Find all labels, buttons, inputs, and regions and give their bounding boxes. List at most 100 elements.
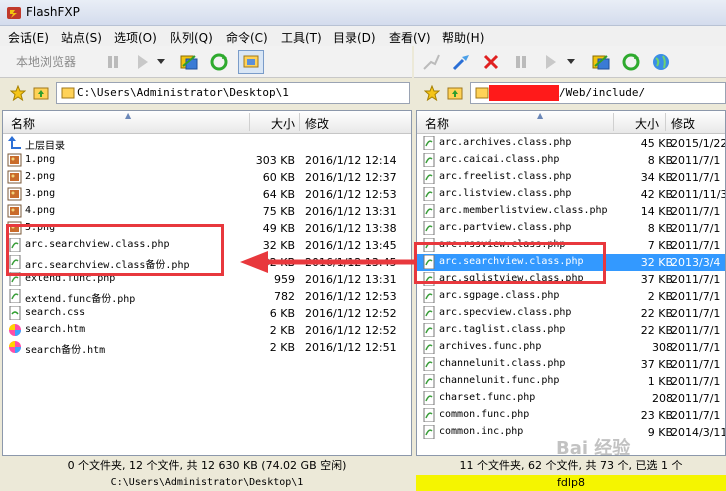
compare-icon[interactable] (176, 50, 202, 74)
php-file-icon (421, 356, 437, 372)
file-date: 2011/7/1 (671, 290, 721, 303)
favorites-star-icon[interactable] (9, 84, 27, 104)
file-row[interactable]: arc.sgpage.class.php 2 KB 2011/7/1 (417, 288, 725, 305)
title-bar: FlashFXP (0, 0, 726, 26)
file-row[interactable]: arc.specview.class.php 22 KB 2011/7/1 (417, 305, 725, 322)
menu-directory[interactable]: 目录(D) (333, 29, 376, 46)
file-row[interactable]: arc.taglist.class.php 22 KB 2011/7/1 (417, 322, 725, 339)
file-date: 2011/7/1 (671, 307, 721, 320)
file-row[interactable]: 3.png 64 KB 2016/1/12 12:53 (3, 186, 411, 203)
annotation-arrow (240, 251, 416, 273)
file-row[interactable]: common.func.php 23 KB 2011/7/1 (417, 407, 725, 424)
file-size: 208 (652, 392, 673, 405)
file-name: arc.listview.class.php (439, 188, 572, 199)
right-toolbar (414, 46, 726, 78)
column-size[interactable]: 大小 (271, 115, 295, 132)
quick-connect-icon[interactable] (448, 50, 474, 74)
file-row[interactable]: channelunit.class.php 37 KB 2011/7/1 (417, 356, 725, 373)
parent-folder-icon[interactable] (33, 85, 49, 104)
file-row[interactable]: channelunit.func.php 1 KB 2011/7/1 (417, 373, 725, 390)
transfer-icon[interactable] (130, 50, 156, 74)
menu-help[interactable]: 帮助(H) (442, 29, 484, 46)
file-date: 2016/1/12 12:53 (305, 290, 397, 303)
local-browser-label[interactable]: 本地浏览器 (16, 53, 76, 70)
php-file-icon (421, 424, 437, 440)
column-name[interactable]: 名称 (11, 115, 35, 132)
local-status: 0 个文件夹, 12 个文件, 共 12 630 KB (74.02 GB 空闲… (2, 458, 412, 474)
file-row[interactable]: 1.png 303 KB 2016/1/12 12:14 (3, 152, 411, 169)
file-row[interactable]: arc.partview.class.php 8 KB 2011/7/1 (417, 220, 725, 237)
php-file-icon (421, 407, 437, 423)
file-date: 2011/7/1 (671, 154, 721, 167)
pause-icon[interactable] (100, 50, 126, 74)
file-name: channelunit.func.php (439, 375, 560, 386)
php-file-icon (421, 220, 437, 236)
sort-arrow-icon: ▲ (125, 111, 132, 120)
file-row[interactable]: search.css 6 KB 2016/1/12 12:52 (3, 305, 411, 322)
menu-queue[interactable]: 队列(Q) (170, 29, 213, 46)
file-date: 2011/7/1 (671, 358, 721, 371)
file-date: 2011/7/1 (671, 392, 721, 405)
file-row[interactable]: archives.func.php 308 2011/7/1 (417, 339, 725, 356)
remote-user-status: fdlp8 (416, 475, 726, 491)
column-name[interactable]: 名称 (425, 115, 449, 132)
file-date: 2016/1/12 13:38 (305, 222, 397, 235)
file-name: 上层目录 (25, 141, 65, 152)
file-row[interactable]: arc.freelist.class.php 34 KB 2011/7/1 (417, 169, 725, 186)
file-row[interactable]: 4.png 75 KB 2016/1/12 13:31 (3, 203, 411, 220)
local-browser-toggle-icon[interactable] (238, 50, 264, 74)
sort-arrow-icon: ▲ (537, 111, 544, 120)
refresh-icon[interactable] (618, 50, 644, 74)
list-header: 名称 ▲ 大小 修改 (417, 111, 725, 134)
file-row[interactable]: extend.func备份.php 782 2016/1/12 12:53 (3, 288, 411, 305)
watermark: Bai 经验 (556, 438, 631, 459)
php-file-icon (421, 339, 437, 355)
disconnect-icon[interactable] (478, 50, 504, 74)
file-row[interactable]: search.htm 2 KB 2016/1/12 12:52 (3, 322, 411, 339)
pause-icon[interactable] (508, 50, 534, 74)
menu-view[interactable]: 查看(V) (389, 29, 431, 46)
menu-tools[interactable]: 工具(T) (281, 29, 322, 46)
php-file-icon (421, 373, 437, 389)
file-row[interactable]: 2.png 60 KB 2016/1/12 12:37 (3, 169, 411, 186)
file-name: common.inc.php (439, 426, 524, 437)
file-row[interactable]: 上层目录 (3, 135, 411, 152)
column-modified[interactable]: 修改 (671, 115, 695, 132)
chevron-down-icon[interactable] (564, 50, 578, 74)
menu-session[interactable]: 会话(E) (8, 29, 49, 46)
file-row[interactable]: charset.func.php 208 2011/7/1 (417, 390, 725, 407)
transfer-icon[interactable] (538, 50, 564, 74)
file-name: arc.sgpage.class.php (439, 290, 560, 301)
file-date: 2016/1/12 12:53 (305, 188, 397, 201)
file-row[interactable]: arc.archives.class.php 45 KB 2015/1/22 (417, 135, 725, 152)
file-name: arc.freelist.class.php (439, 171, 572, 182)
css-file-icon (7, 305, 23, 321)
file-date: 2011/7/1 (671, 341, 721, 354)
file-name: common.func.php (439, 409, 530, 420)
php-file-icon (421, 169, 437, 185)
file-date: 2011/7/1 (671, 273, 721, 286)
file-row[interactable]: search备份.htm 2 KB 2016/1/12 12:51 (3, 339, 411, 356)
favorites-star-icon[interactable] (423, 84, 441, 104)
htm-file-icon (7, 340, 23, 354)
column-modified[interactable]: 修改 (305, 115, 329, 132)
local-file-list[interactable]: 名称 ▲ 大小 修改 上层目录 1.png 303 KB 2016/1/12 12:1… (2, 110, 412, 456)
file-row[interactable]: arc.listview.class.php 42 KB2011/11/30 (417, 186, 725, 203)
column-size[interactable]: 大小 (635, 115, 659, 132)
compare-icon[interactable] (588, 50, 614, 74)
refresh-icon[interactable] (206, 50, 232, 74)
connect-icon[interactable] (418, 50, 444, 74)
globe-icon[interactable] (648, 50, 674, 74)
parent-folder-icon[interactable] (447, 85, 463, 104)
chevron-down-icon[interactable] (154, 50, 168, 74)
menu-sites[interactable]: 站点(S) (61, 29, 102, 46)
file-name: arc.caicai.class.php (439, 154, 560, 165)
menu-options[interactable]: 选项(O) (114, 29, 157, 46)
file-row[interactable]: arc.memberlistview.class.php 14 KB 2011/7/… (417, 203, 725, 220)
file-date: 2011/7/1 (671, 205, 721, 218)
folder-icon (61, 87, 75, 99)
left-path-field[interactable]: C:\Users\Administrator\Desktop\1 (56, 82, 410, 104)
right-path-field[interactable]: /Web/include/ (470, 82, 726, 104)
menu-commands[interactable]: 命令(C) (226, 29, 268, 46)
file-row[interactable]: arc.caicai.class.php 8 KB 2011/7/1 (417, 152, 725, 169)
